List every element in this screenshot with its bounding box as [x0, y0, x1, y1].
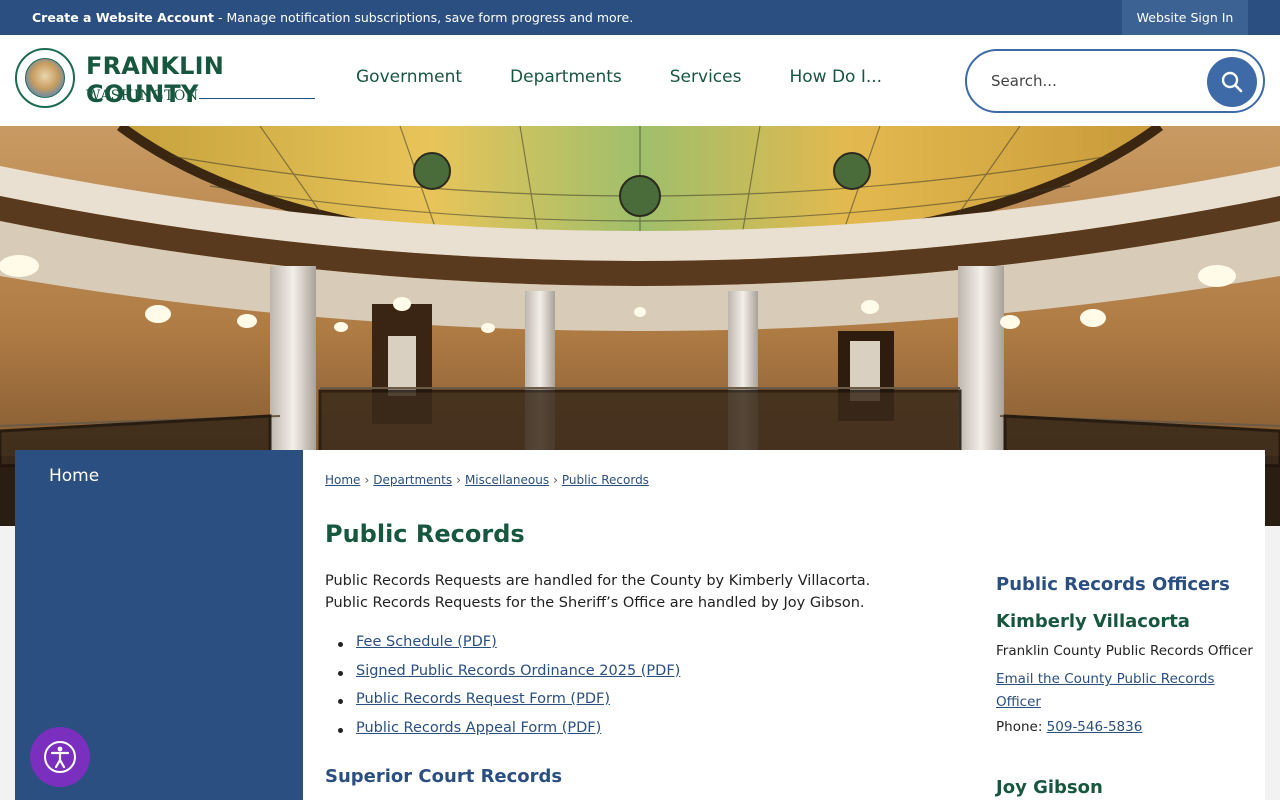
accessibility-button[interactable]	[30, 727, 90, 787]
create-account-text: Create a Website Account - Manage notifi…	[32, 10, 633, 25]
officer-role: Franklin County Public Records Officer	[996, 643, 1253, 659]
request-form-link[interactable]: Public Records Request Form (PDF)	[356, 691, 610, 707]
list-item: Fee Schedule (PDF)	[325, 634, 680, 663]
officer-email-link[interactable]: Email the County Public Records Officer	[996, 668, 1226, 714]
phone-label: Phone:	[996, 719, 1047, 735]
breadcrumb-separator: ›	[456, 473, 461, 487]
search-box	[965, 49, 1265, 113]
breadcrumb-separator: ›	[364, 473, 370, 487]
document-links-list: Fee Schedule (PDF) Signed Public Records…	[325, 634, 680, 748]
logo-subtitle: WASHINGTON	[86, 88, 199, 104]
intro-text: Public Records Requests are handled for …	[325, 570, 925, 614]
intro-line-sheriff: Public Records Requests for the Sheriff’…	[325, 595, 865, 611]
list-item: Signed Public Records Ordinance 2025 (PD…	[325, 663, 680, 692]
ordinance-link[interactable]: Signed Public Records Ordinance 2025 (PD…	[356, 663, 680, 679]
create-account-link[interactable]: Create a Website Account	[32, 10, 214, 25]
sidebar-item-home[interactable]: Home	[49, 466, 99, 486]
fee-schedule-link[interactable]: Fee Schedule (PDF)	[356, 634, 497, 650]
top-utility-bar: Create a Website Account - Manage notifi…	[0, 0, 1280, 35]
county-logo[interactable]: FRANKLIN COUNTY WASHINGTON	[15, 48, 315, 110]
officers-heading: Public Records Officers	[996, 574, 1230, 595]
search-input[interactable]	[991, 69, 1191, 93]
create-account-description: - Manage notification subscriptions, sav…	[214, 10, 634, 25]
list-item: Public Records Request Form (PDF)	[325, 691, 680, 720]
intro-line-county: Public Records Requests are handled for …	[325, 573, 871, 589]
officer-phone: Phone: 509-546-5836	[996, 719, 1142, 735]
page-title: Public Records	[325, 520, 525, 548]
breadcrumb-separator: ›	[553, 473, 558, 487]
courthouse-seal-image	[25, 58, 65, 98]
appeal-form-link[interactable]: Public Records Appeal Form (PDF)	[356, 720, 601, 736]
main-content: Home › Departments › Miscellaneous › Public Re…	[303, 450, 1265, 800]
list-item: Public Records Appeal Form (PDF)	[325, 720, 680, 749]
breadcrumb-departments[interactable]: Departments	[373, 473, 452, 487]
nav-departments[interactable]: Departments	[492, 35, 640, 126]
site-header: FRANKLIN COUNTY WASHINGTON Government De…	[0, 35, 1280, 126]
superior-court-heading: Superior Court Records	[325, 766, 563, 787]
main-navigation: Government Departments Services How Do I…	[338, 35, 912, 126]
breadcrumb-home[interactable]: Home	[325, 473, 360, 487]
accessibility-icon	[44, 741, 76, 773]
nav-government[interactable]: Government	[338, 35, 480, 126]
nav-services[interactable]: Services	[652, 35, 760, 126]
phone-link[interactable]: 509-546-5836	[1047, 719, 1143, 735]
search-button[interactable]	[1207, 57, 1257, 107]
breadcrumb: Home › Departments › Miscellaneous › Public Re…	[325, 473, 649, 487]
nav-how-do-i[interactable]: How Do I...	[771, 35, 900, 126]
breadcrumb-public-records[interactable]: Public Records	[562, 473, 649, 487]
breadcrumb-miscellaneous[interactable]: Miscellaneous	[465, 473, 549, 487]
county-seal-icon	[15, 48, 75, 108]
officer-name: Kimberly Villacorta	[996, 611, 1190, 632]
search-icon	[1221, 71, 1243, 93]
website-sign-in-button[interactable]: Website Sign In	[1122, 0, 1248, 35]
officer-name: Joy Gibson	[996, 777, 1103, 798]
logo-divider	[199, 98, 315, 99]
